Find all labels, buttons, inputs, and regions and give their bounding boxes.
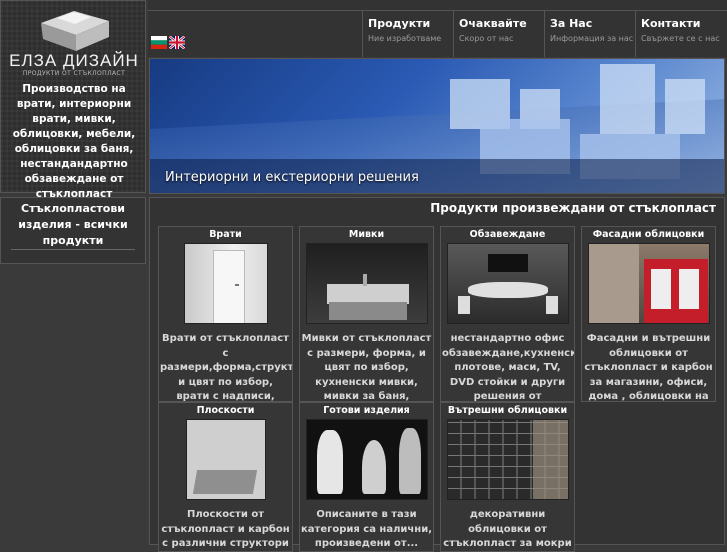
product-title[interactable]: Готови изделия [300, 404, 433, 418]
site-description: Производство на врати, интериорни врати,… [12, 83, 136, 200]
product-description: Описаните в тази категория са налични, п… [301, 509, 433, 549]
menu-products[interactable]: Продукти Ние изработваме [362, 10, 452, 57]
section-title: Продукти произвеждани от стъклопласт [430, 201, 716, 215]
product-card-facades[interactable]: Фасадни облицовки Фасадни и вътрешни обл… [581, 226, 716, 402]
menu-sublabel: Скоро от нас [459, 34, 514, 43]
product-description: нестандартно офис обзавеждане,кухненски … [442, 333, 575, 402]
product-description: Мивки от стъклопласт с размери, форма, и… [301, 333, 432, 402]
logo-subtitle: ПРОДУКТИ ОТ СТЪКЛОПЛАСТ [22, 70, 126, 77]
menu-contacts[interactable]: Контакти Свържете се с нас [635, 10, 725, 57]
all-products-nav[interactable]: Стъклопластови изделия - всички продукти [0, 197, 146, 264]
product-image[interactable] [183, 243, 268, 324]
menu-coming-soon[interactable]: Очаквайте Скоро от нас [453, 10, 543, 57]
product-card-interior-cladding[interactable]: Вътрешни облицовки декоративни облицовки… [440, 402, 575, 552]
menu-label[interactable]: Продукти [368, 17, 452, 30]
logo-title: ЕЛЗА ДИЗАЙН [9, 51, 139, 70]
hero-banner: Интериорни и екстериорни решения [149, 58, 725, 194]
product-image[interactable] [446, 243, 569, 324]
top-navigation: Продукти Ние изработваме Очаквайте Скоро… [148, 0, 727, 57]
product-description: Плоскости от стъклопласт и карбон с разл… [161, 509, 290, 549]
menu-sublabel: Информация за нас [550, 34, 634, 43]
product-image[interactable] [446, 419, 569, 500]
product-image[interactable] [185, 419, 266, 500]
logo-panel[interactable]: ЕЛЗА ДИЗАЙН ПРОДУКТИ ОТ СТЪКЛОПЛАСТ Прои… [0, 0, 146, 200]
product-card-panels[interactable]: Плоскости Плоскости от стъклопласт и кар… [158, 402, 293, 552]
divider [11, 249, 135, 250]
product-title[interactable]: Врати [159, 228, 292, 242]
product-title[interactable]: Обзавеждане [441, 228, 574, 242]
product-card-furniture[interactable]: Обзавеждане нестандартно офис обзавеждан… [440, 226, 575, 402]
product-card-ready-products[interactable]: Готови изделия Описаните в тази категори… [299, 402, 434, 552]
product-title[interactable]: Фасадни облицовки [582, 228, 715, 242]
menu-sublabel: Свържете се с нас [641, 34, 720, 43]
menu-label[interactable]: Контакти [641, 17, 725, 30]
product-image[interactable] [587, 243, 710, 324]
bulgarian-flag-icon[interactable] [151, 36, 167, 49]
product-card-doors[interactable]: Врати Врати от стъклопласт с размери,фор… [158, 226, 293, 402]
menu-sublabel: Ние изработваме [368, 34, 442, 43]
product-image[interactable] [305, 419, 428, 500]
menu-about[interactable]: За Нас Информация за нас [544, 10, 634, 57]
product-title[interactable]: Плоскости [159, 404, 292, 418]
product-title[interactable]: Мивки [300, 228, 433, 242]
product-title[interactable]: Вътрешни облицовки [441, 404, 574, 418]
products-section: Продукти произвеждани от стъклопласт Вра… [149, 197, 725, 552]
logo-cube-icon [41, 11, 109, 51]
product-description: Фасадни и вътрешни облицовки от стъклопл… [584, 333, 713, 402]
all-products-link[interactable]: Стъклопластови изделия - всички продукти [3, 201, 143, 249]
banner-caption: Интериорни и екстериорни решения [165, 170, 419, 185]
uk-flag-icon[interactable] [169, 36, 185, 49]
product-description: декоративни облицовки от стъклопласт за … [443, 509, 572, 549]
menu-label[interactable]: Очаквайте [459, 17, 543, 30]
menu-label[interactable]: За Нас [550, 17, 634, 30]
product-card-sinks[interactable]: Мивки Мивки от стъклопласт с размери, фо… [299, 226, 434, 402]
product-description: Врати от стъклопласт с размери,форма,стр… [160, 333, 293, 402]
product-image[interactable] [305, 243, 428, 324]
